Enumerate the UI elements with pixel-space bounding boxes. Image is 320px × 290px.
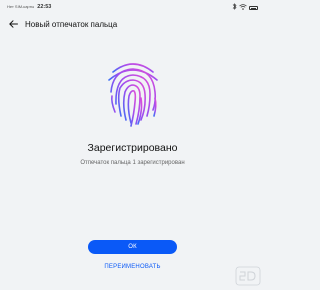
fingerprint-icon: [103, 58, 163, 128]
status-left: Нет SIM-карты 22:53: [7, 4, 51, 10]
wifi-icon: [239, 3, 247, 13]
status-icons: [232, 3, 258, 13]
carrier-label: Нет SIM-карты: [7, 4, 35, 9]
back-arrow-icon[interactable]: [7, 18, 19, 30]
registration-status-subtitle: Отпечаток пальца 1 зарегистрирован: [80, 160, 185, 166]
rename-button[interactable]: ПЕРЕИМЕНОВАТЬ: [0, 264, 265, 270]
registration-status-title: Зарегистрировано: [87, 142, 178, 154]
bluetooth-icon: [232, 3, 237, 13]
status-bar: Нет SIM-карты 22:53: [0, 0, 265, 14]
ok-button[interactable]: ОК: [88, 240, 177, 254]
battery-icon: [249, 6, 258, 10]
watermark-logo-icon: [235, 266, 261, 286]
app-bar: Новый отпечаток пальца: [0, 14, 265, 36]
page-title: Новый отпечаток пальца: [25, 20, 118, 29]
clock: 22:53: [37, 4, 52, 10]
